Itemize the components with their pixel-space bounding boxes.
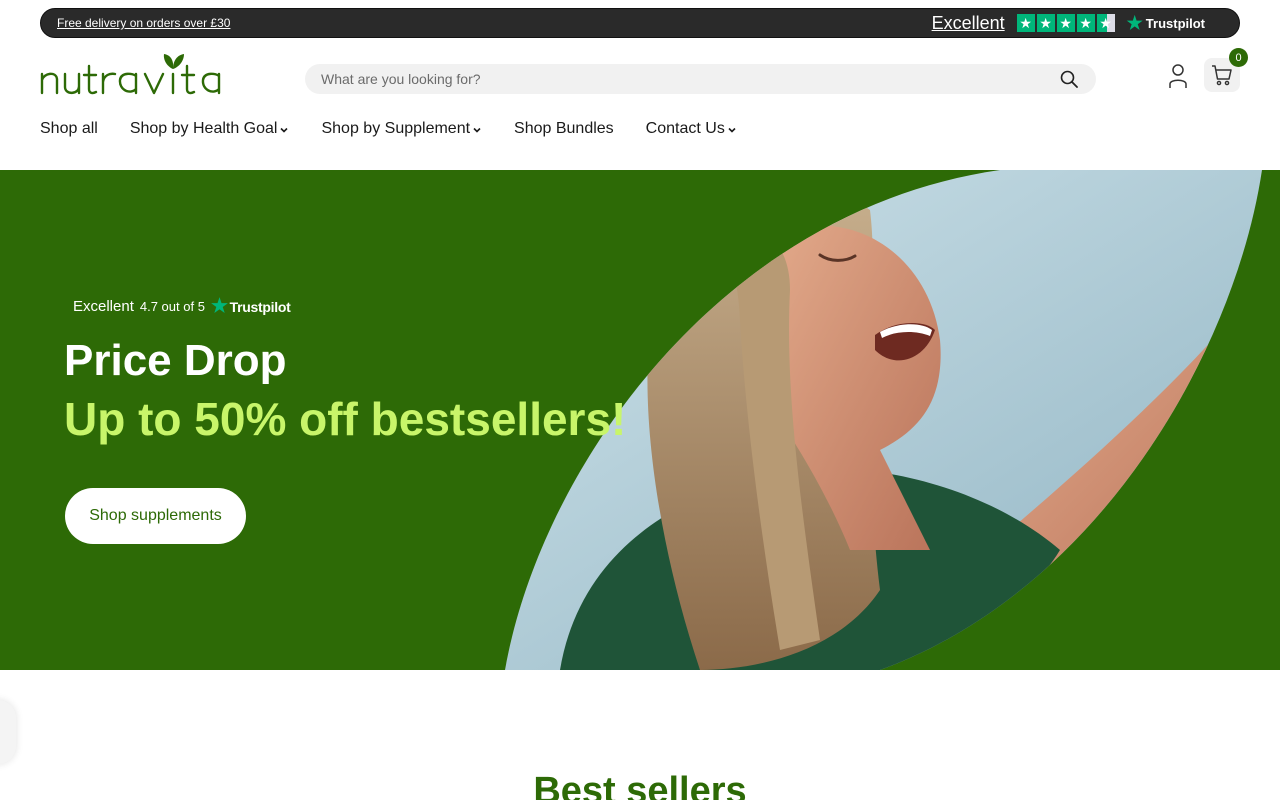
search-icon[interactable] [1058, 68, 1080, 90]
trustpilot-logo: ★ Trustpilot [1127, 14, 1205, 32]
hero-banner: Excellent 4.7 out of 5 ★ Trustpilot Pric… [0, 170, 1280, 670]
nav-shop-all[interactable]: Shop all [40, 120, 98, 138]
hero-trustpilot-logo: ★ Trustpilot [211, 297, 291, 316]
trustpilot-star-icon: ★ [210, 296, 228, 317]
chevron-down-icon [280, 127, 289, 133]
hero-trustpilot-brand: Trustpilot [229, 298, 291, 315]
trustpilot-brand-name: Trustpilot [1145, 15, 1205, 31]
trustpilot-rating-word[interactable]: Excellent [932, 13, 1005, 34]
star-icon: ★ [1076, 14, 1095, 32]
nav-shop-by-supplement[interactable]: Shop by Supplement [321, 120, 482, 138]
trustpilot-stars: ★ ★ ★ ★ ★ [1016, 14, 1115, 32]
cart-count-badge: 0 [1229, 48, 1248, 67]
nav-label: Shop all [40, 120, 98, 137]
nav-label: Shop by Supplement [321, 120, 471, 137]
main-nav: Shop all Shop by Health Goal Shop by Sup… [40, 120, 737, 138]
half-star-icon: ★ [1096, 14, 1115, 32]
hero-trustpilot-rating[interactable]: Excellent 4.7 out of 5 ★ Trustpilot [73, 297, 291, 316]
hero-rating-score: 4.7 out of 5 [139, 299, 205, 314]
announcement-bar: Free delivery on orders over £30 Excelle… [40, 8, 1240, 38]
trustpilot-star-icon: ★ [1126, 13, 1143, 33]
best-sellers-heading: Best sellers [533, 770, 747, 800]
nutravita-logo[interactable] [40, 52, 240, 96]
search-bar [305, 64, 1096, 94]
side-drawer-tab[interactable] [0, 700, 16, 764]
nav-contact-us[interactable]: Contact Us [646, 120, 737, 138]
free-delivery-link[interactable]: Free delivery on orders over £30 [57, 16, 230, 30]
star-icon: ★ [1036, 14, 1055, 32]
star-icon: ★ [1056, 14, 1075, 32]
nav-label: Contact Us [645, 120, 725, 137]
cart-icon [1212, 65, 1232, 86]
chevron-down-icon [728, 127, 736, 133]
nav-shop-by-health-goal[interactable]: Shop by Health Goal [130, 120, 290, 138]
star-icon: ★ [1016, 14, 1035, 32]
hero-subtitle: Up to 50% off bestsellers! [64, 393, 627, 445]
chevron-down-icon [473, 127, 481, 133]
shop-supplements-button[interactable]: Shop supplements [65, 488, 246, 544]
user-icon[interactable] [1166, 62, 1190, 90]
search-input[interactable] [321, 71, 1058, 87]
trustpilot-widget[interactable]: Excellent ★ ★ ★ ★ ★ ★ Trustpilot [932, 13, 1205, 34]
hero-title: Price Drop [64, 336, 287, 385]
nav-label: Shop by Health Goal [129, 120, 278, 137]
nav-label: Shop Bundles [514, 120, 614, 137]
hero-rating-word: Excellent [73, 298, 134, 315]
nav-shop-bundles[interactable]: Shop Bundles [514, 120, 614, 138]
